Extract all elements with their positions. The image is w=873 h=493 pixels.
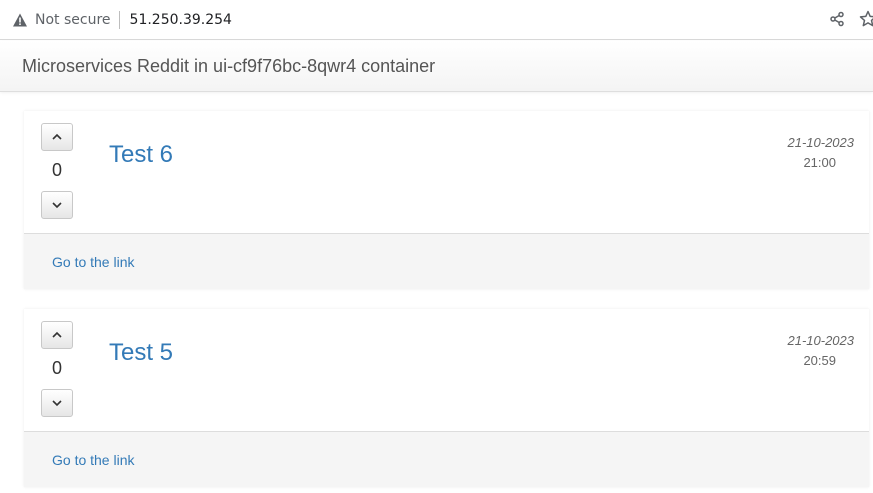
post-body: 0 Test 5 21-10-2023 20:59 xyxy=(24,309,869,432)
share-icon[interactable] xyxy=(829,11,845,27)
not-secure-label: Not secure xyxy=(35,12,111,28)
app-navbar: Microservices Reddit in ui-cf9f76bc-8qwr… xyxy=(0,41,873,92)
chevron-down-icon xyxy=(52,202,62,209)
post-date: 21-10-2023 xyxy=(787,135,855,150)
post-title[interactable]: Test 5 xyxy=(109,339,173,367)
post-card: 0 Test 6 21-10-2023 21:00 Go to the link xyxy=(24,111,869,289)
post-date: 21-10-2023 xyxy=(787,333,855,348)
upvote-button[interactable] xyxy=(41,321,73,349)
downvote-button[interactable] xyxy=(41,389,73,417)
post-score: 0 xyxy=(51,358,62,378)
post-footer: Go to the link xyxy=(24,233,869,289)
post-card: 0 Test 5 21-10-2023 20:59 Go to the link xyxy=(24,309,869,487)
go-to-link[interactable]: Go to the link xyxy=(52,452,135,468)
post-body: 0 Test 6 21-10-2023 21:00 xyxy=(24,111,869,234)
post-time: 20:59 xyxy=(803,353,836,368)
chevron-up-icon xyxy=(52,133,62,140)
post-time: 21:00 xyxy=(803,155,836,170)
navbar-brand[interactable]: Microservices Reddit in ui-cf9f76bc-8qwr… xyxy=(22,56,435,77)
post-score: 0 xyxy=(51,160,62,180)
site-security-indicator[interactable]: Not secure 51.250.39.254 xyxy=(12,10,232,30)
post-title[interactable]: Test 6 xyxy=(109,141,173,169)
upvote-button[interactable] xyxy=(41,123,73,151)
address-separator xyxy=(118,11,120,29)
browser-address-bar: Not secure 51.250.39.254 xyxy=(0,0,873,40)
post-footer: Go to the link xyxy=(24,431,869,487)
star-icon[interactable] xyxy=(859,10,873,28)
chevron-up-icon xyxy=(52,331,62,338)
warning-icon xyxy=(12,12,28,28)
url-text[interactable]: 51.250.39.254 xyxy=(130,12,232,28)
chevron-down-icon xyxy=(52,400,62,407)
downvote-button[interactable] xyxy=(41,191,73,219)
go-to-link[interactable]: Go to the link xyxy=(52,254,135,270)
